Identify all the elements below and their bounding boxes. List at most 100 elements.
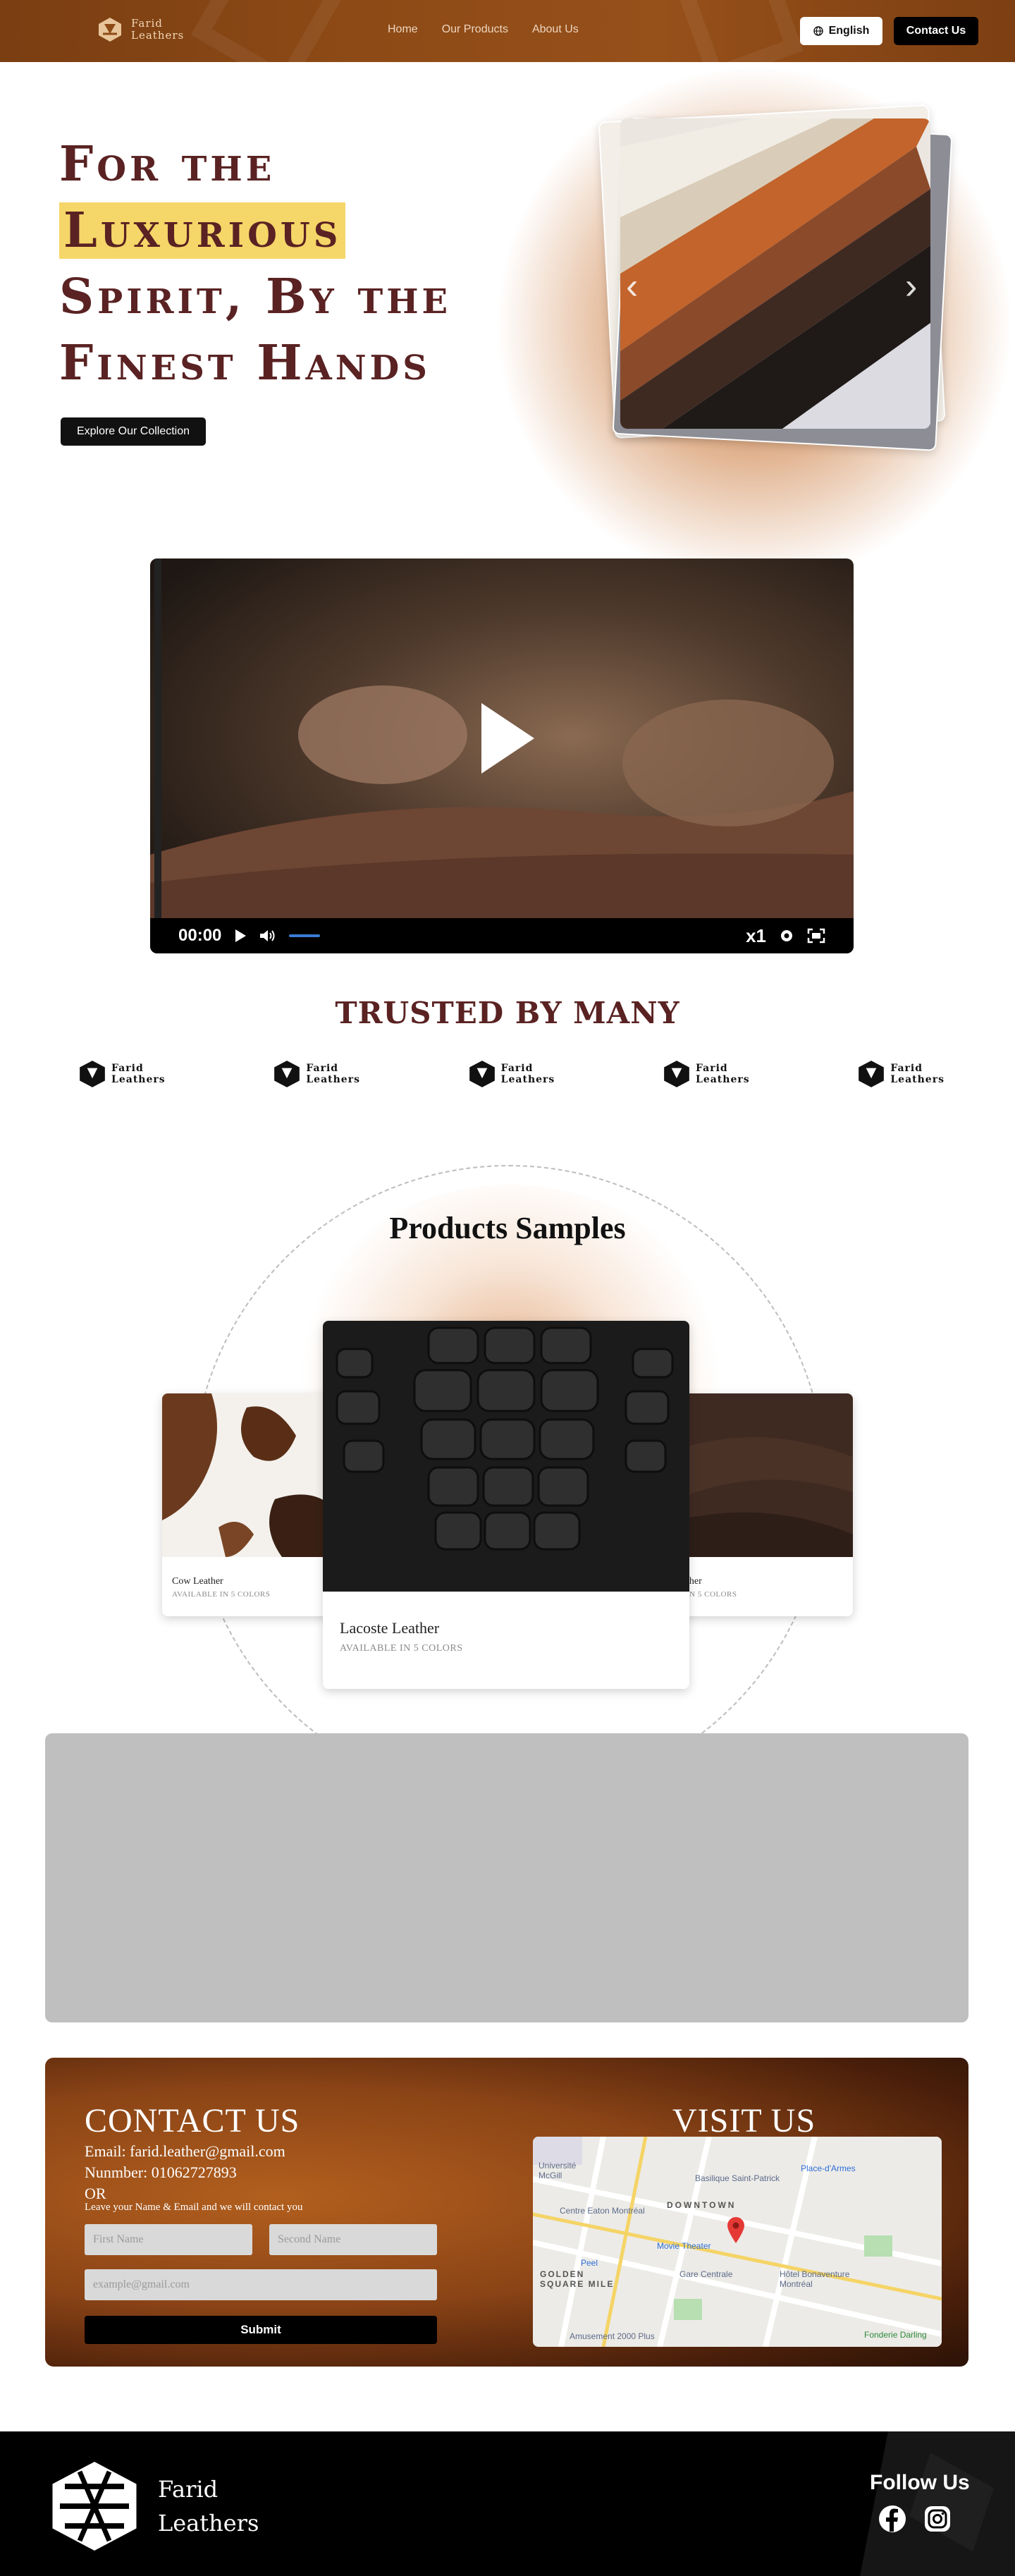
- product-colors: AVAILABLE IN 5 COLORS: [172, 1590, 271, 1599]
- language-button[interactable]: English: [800, 17, 882, 45]
- partner-logo-line1: Farid: [890, 1063, 923, 1074]
- partner-logo-line2: Leathers: [890, 1074, 945, 1085]
- nav-brand-line1: Farid: [131, 17, 163, 30]
- language-label: English: [828, 25, 870, 37]
- product-colors: AVAILABLE IN 5 COLORS: [340, 1643, 463, 1654]
- video-controls: 00:00 x1: [150, 918, 854, 953]
- nav-link-about-us[interactable]: About Us: [532, 23, 579, 36]
- location-map[interactable]: Université McGill Basilique Saint-Patric…: [533, 2137, 942, 2347]
- play-icon[interactable]: [474, 700, 538, 777]
- map-label-basilique: Basilique Saint-Patrick: [695, 2173, 780, 2183]
- farid-leathers-logo-icon: [99, 18, 121, 42]
- product-card-lacoste-leather[interactable]: Lacoste Leather AVAILABLE IN 5 COLORS: [323, 1321, 689, 1689]
- map-pin-icon[interactable]: [726, 2216, 746, 2244]
- contact-title: CONTACT US: [85, 2102, 300, 2139]
- partner-logo-icon: [274, 1061, 300, 1087]
- products-title: Products Samples: [389, 1211, 626, 1245]
- content-placeholder: [45, 1733, 968, 2022]
- partner-logo: Farid Leathers: [856, 1059, 945, 1089]
- trusted-title: TRUSTED BY MANY: [335, 996, 680, 1030]
- hero-heading: For the Luxurious Spirit, By the Finest …: [59, 131, 451, 396]
- small-play-icon[interactable]: [234, 929, 247, 943]
- email-input[interactable]: [85, 2269, 437, 2300]
- nav-link-our-products[interactable]: Our Products: [442, 23, 508, 36]
- trusted-logos: Farid Leathers Farid Leathers Farid Leather…: [78, 1059, 945, 1089]
- contact-email: Email: farid.leather@gmail.com: [85, 2142, 285, 2160]
- nav-contact-button[interactable]: Contact Us: [894, 17, 978, 45]
- map-label-mcgill: Université McGill: [539, 2161, 577, 2180]
- product-name: Lacoste Leather: [340, 1619, 440, 1637]
- partner-logo-line2: Leathers: [695, 1074, 750, 1085]
- partner-logo-line2: Leathers: [306, 1074, 360, 1085]
- hero-line-2-highlight: Luxurious: [59, 202, 346, 259]
- map-label-eaton: Centre Eaton Montréal: [560, 2206, 645, 2216]
- facebook-icon[interactable]: [878, 2505, 906, 2533]
- product-name: Cow Leather: [172, 1576, 223, 1587]
- partner-logo-line2: Leathers: [111, 1074, 166, 1085]
- footer-brand-line1: Farid: [158, 2476, 219, 2503]
- second-name-input[interactable]: [269, 2224, 437, 2255]
- contact-number: Nunmber: 01062727893: [85, 2163, 237, 2181]
- hero-leather-image: [620, 118, 930, 429]
- video-player[interactable]: 00:00 x1: [150, 558, 854, 953]
- fullscreen-icon[interactable]: [807, 928, 825, 944]
- nav-brand-logo[interactable]: Farid Leathers: [96, 16, 184, 44]
- nav-decoration: [677, 0, 804, 62]
- partner-logo-icon: [469, 1061, 495, 1087]
- partner-logo-icon: [80, 1061, 105, 1087]
- nav-links: Home Our Products About Us: [388, 23, 579, 36]
- footer-brand: Farid Leathers: [158, 2472, 259, 2540]
- map-label-downtown: DOWNTOWN: [667, 2200, 737, 2210]
- footer-decoration: [860, 2431, 1015, 2576]
- visit-title: VISIT US: [672, 2102, 816, 2139]
- partner-logo-line1: Farid: [306, 1063, 339, 1074]
- first-name-input[interactable]: [85, 2224, 252, 2255]
- partner-logo: Farid Leathers: [272, 1059, 360, 1089]
- nav-link-home[interactable]: Home: [388, 23, 418, 36]
- product-card-right[interactable]: ther IN 5 COLORS: [677, 1393, 853, 1616]
- map-label-place-armes: Place-d'Armes: [801, 2163, 856, 2173]
- map-label-bonaventure: Hôtel Bonaventure Montréal: [780, 2269, 850, 2289]
- partner-logo-icon: [859, 1061, 885, 1087]
- partner-logo-line1: Farid: [500, 1063, 534, 1074]
- carousel-prev-arrow[interactable]: ‹: [626, 268, 638, 305]
- contact-note: Leave your Name & Email and we will cont…: [85, 2202, 303, 2213]
- settings-gear-icon[interactable]: [779, 928, 794, 944]
- top-navbar: Farid Leathers Home Our Products About U…: [0, 0, 1015, 62]
- partner-logo-line1: Farid: [111, 1063, 144, 1074]
- volume-icon[interactable]: [259, 929, 276, 943]
- map-label-amusement: Amusement 2000 Plus: [570, 2331, 655, 2341]
- nav-decoration: [190, 0, 345, 62]
- footer-brand-line2: Leathers: [158, 2510, 259, 2537]
- footer-logo-icon: [52, 2462, 137, 2551]
- contact-section: CONTACT US Email: farid.leather@gmail.co…: [45, 2058, 968, 2367]
- brown-leather-image: [677, 1393, 853, 1557]
- map-label-fonderie: Fonderie Darling: [864, 2330, 927, 2340]
- partner-logo-icon: [664, 1061, 689, 1087]
- globe-icon: [813, 26, 823, 36]
- partner-logo: Farid Leathers: [467, 1059, 555, 1089]
- hero-line-4: Finest Hands: [59, 335, 431, 391]
- cow-leather-image: [162, 1393, 338, 1557]
- partner-logo: Farid Leathers: [78, 1059, 166, 1089]
- explore-collection-button[interactable]: Explore Our Collection: [61, 417, 206, 446]
- nav-brand-line2: Leathers: [131, 29, 185, 42]
- lacoste-leather-image: [323, 1321, 689, 1592]
- submit-button[interactable]: Submit: [85, 2316, 437, 2344]
- follow-us-label: Follow Us: [870, 2471, 970, 2494]
- volume-slider[interactable]: [289, 934, 321, 937]
- hero-line-3: Spirit, By the: [59, 269, 452, 325]
- partner-logo-line2: Leathers: [500, 1074, 555, 1085]
- product-name: ther: [687, 1576, 702, 1587]
- carousel-next-arrow[interactable]: ›: [905, 268, 917, 305]
- partner-logo: Farid Leathers: [662, 1059, 750, 1089]
- product-card-cow-leather[interactable]: Cow Leather AVAILABLE IN 5 COLORS: [162, 1393, 338, 1616]
- instagram-icon[interactable]: [923, 2505, 952, 2533]
- playback-speed[interactable]: x1: [746, 925, 766, 947]
- map-label-peel: Peel: [581, 2258, 598, 2268]
- partner-logo-line1: Farid: [695, 1063, 728, 1074]
- map-label-golden: GOLDEN SQUARE MILE: [540, 2269, 615, 2289]
- hero-line-1: For the: [59, 136, 276, 193]
- product-colors: IN 5 COLORS: [687, 1590, 737, 1599]
- contact-or: OR: [85, 2185, 106, 2202]
